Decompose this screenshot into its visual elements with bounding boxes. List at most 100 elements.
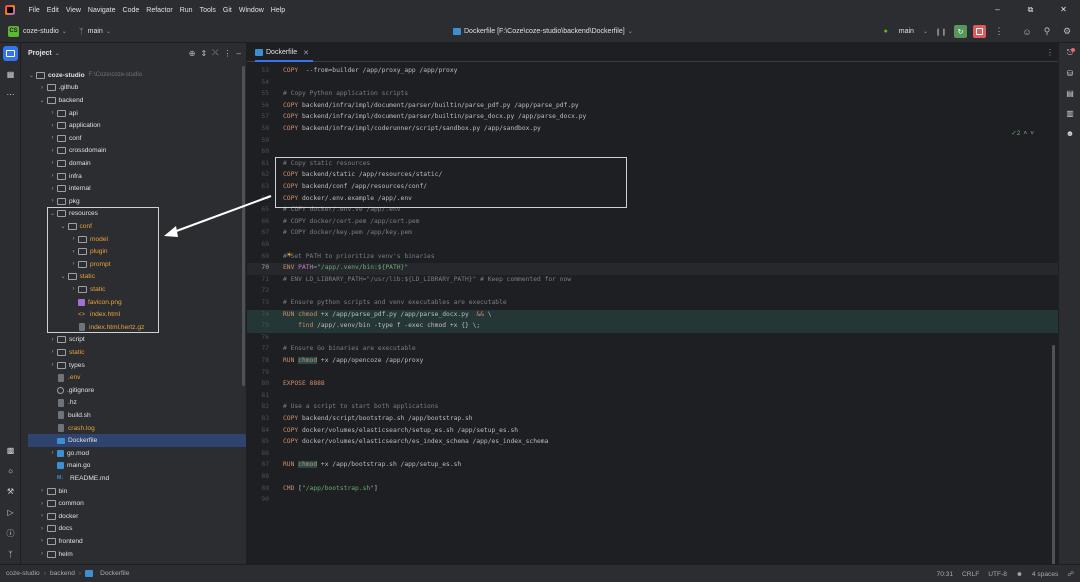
expand-all-icon[interactable]: ⇕	[200, 49, 207, 58]
tree-folder-script[interactable]: › script	[21, 334, 246, 347]
line-number[interactable]: 73	[247, 299, 269, 306]
chevron-right-icon[interactable]: ›	[69, 249, 78, 255]
tree-folder-pkg[interactable]: › pkg	[21, 195, 246, 208]
code-line[interactable]: # COPY docker/cert.pem /app/cert.pem	[283, 218, 419, 225]
line-number[interactable]: 69	[247, 253, 269, 260]
tree-folder-types[interactable]: › types	[21, 359, 246, 372]
git-tool-button[interactable]: ᛉ	[3, 547, 18, 562]
line-number[interactable]: 55	[247, 90, 269, 97]
tree-file-dockerfile[interactable]: Dockerfile	[28, 434, 246, 447]
code-line[interactable]: EXPOSE 8888	[283, 380, 325, 387]
chevron-right-icon[interactable]: ›	[69, 286, 78, 292]
code-line[interactable]: COPY docker/volumes/elasticsearch/es_ind…	[283, 438, 548, 445]
tree-folder-docker[interactable]: › docker	[21, 510, 246, 523]
code-line[interactable]: # Ensure python scripts and venv executa…	[283, 299, 507, 306]
markdown-preview-icon[interactable]: ▤	[1064, 89, 1076, 101]
add-user-icon[interactable]: ☺	[1020, 27, 1034, 37]
tree-folder-domain[interactable]: › domain	[21, 157, 246, 170]
file-encoding[interactable]: UTF-8	[988, 571, 1007, 578]
menu-window[interactable]: Window	[235, 7, 267, 14]
chevron-right-icon[interactable]: ›	[69, 236, 78, 242]
chevron-right-icon[interactable]: ›	[48, 198, 57, 204]
project-scrollbar[interactable]	[242, 66, 245, 386]
line-number[interactable]: 81	[247, 392, 269, 399]
line-number[interactable]: 70	[247, 264, 269, 271]
chevron-right-icon[interactable]: ›	[48, 186, 57, 192]
tree-file--gitignore[interactable]: .gitignore	[21, 384, 246, 397]
line-number[interactable]: 83	[247, 415, 269, 422]
line-number[interactable]: 63	[247, 183, 269, 190]
more-options-icon[interactable]: ⋮	[992, 26, 1006, 37]
tree-folder-resources[interactable]: ⌄ resources	[21, 208, 246, 221]
line-number[interactable]: 54	[247, 79, 269, 86]
breadcrumb-backend[interactable]: backend	[50, 570, 75, 577]
chevron-up-icon[interactable]: ˄	[1023, 130, 1027, 137]
tree-file-crash-log[interactable]: crash.log	[21, 422, 246, 435]
editor-scrollbar[interactable]	[1052, 345, 1055, 565]
line-number[interactable]: 86	[247, 450, 269, 457]
line-number[interactable]: 67	[247, 229, 269, 236]
services-tool-button[interactable]: ⚒	[3, 484, 18, 499]
line-number[interactable]: 87	[247, 461, 269, 468]
code-line[interactable]: COPY backend/infra/impl/document/parser/…	[283, 102, 579, 109]
chevron-right-icon[interactable]: ›	[48, 173, 57, 179]
code-line[interactable]: COPY backend/infra/impl/document/parser/…	[283, 113, 586, 120]
copilot-icon[interactable]: ☻	[1064, 129, 1076, 141]
tree-folder-docs[interactable]: › docs	[21, 523, 246, 536]
close-icon[interactable]: ✕	[303, 49, 309, 57]
tree-folder-bin[interactable]: › bin	[21, 485, 246, 498]
line-number[interactable]: 57	[247, 113, 269, 120]
tree-folder-static[interactable]: › static	[21, 346, 246, 359]
code-line[interactable]: ENV PATH="/app/.venv/bin:${PATH}"	[283, 264, 408, 271]
chevron-down-icon[interactable]: ⌄	[48, 210, 57, 217]
code-line[interactable]: COPY docker/volumes/elasticsearch/setup_…	[283, 427, 518, 434]
run-config-selector[interactable]: main	[899, 28, 914, 35]
tree-file-build-sh[interactable]: build.sh	[21, 409, 246, 422]
debug-icon[interactable]: ❙❙	[934, 28, 948, 36]
chevron-right-icon[interactable]: ›	[38, 85, 47, 91]
inspection-widget[interactable]: ✓2 ˄ ˅	[1011, 129, 1034, 137]
chevron-right-icon[interactable]: ›	[48, 450, 57, 456]
line-number[interactable]: 60	[247, 148, 269, 155]
code-line[interactable]: # Use a script to start both application…	[283, 403, 438, 410]
chevron-right-icon[interactable]: ›	[38, 513, 47, 519]
project-selector[interactable]: coze-studio	[23, 28, 59, 35]
tab-dockerfile[interactable]: Dockerfile ✕	[255, 43, 313, 62]
tree-folder-infra[interactable]: › infra	[21, 170, 246, 183]
structure-tool-button[interactable]: ▦	[3, 67, 18, 82]
tree-folder--github[interactable]: › .github	[21, 82, 246, 95]
code-line[interactable]: # COPY docker/.env.ve /app/.env	[283, 206, 401, 213]
code-line[interactable]: # Set PATH to prioritize venv's binaries	[283, 253, 435, 260]
terminal-tool-button[interactable]: ▩	[3, 443, 18, 458]
project-panel-title[interactable]: Project	[28, 50, 52, 57]
chevron-right-icon[interactable]: ›	[48, 110, 57, 116]
line-number[interactable]: 90	[247, 496, 269, 503]
line-number[interactable]: 77	[247, 345, 269, 352]
code-line[interactable]: RUN chmod +x /app/opencoze /app/proxy	[283, 357, 423, 364]
line-number[interactable]: 59	[247, 137, 269, 144]
tree-folder-internal[interactable]: › internal	[21, 182, 246, 195]
code-line[interactable]: RUN chmod +x /app/bootstrap.sh /app/setu…	[283, 461, 461, 469]
database-icon[interactable]: ⛁	[1064, 69, 1076, 81]
line-number[interactable]: 65	[247, 206, 269, 213]
close-window-icon[interactable]: ✕	[1047, 0, 1080, 20]
tree-file-favicon-png[interactable]: favicon.png	[21, 296, 246, 309]
code-line[interactable]: CMD ["/app/bootstrap.sh"]	[283, 485, 378, 492]
ide-logo-icon[interactable]	[5, 5, 15, 15]
breadcrumb-file[interactable]: Dockerfile	[100, 570, 129, 577]
line-number[interactable]: 80	[247, 380, 269, 387]
copilot-status-icon[interactable]: ☻	[1016, 571, 1023, 578]
line-separator[interactable]: CRLF	[962, 571, 979, 578]
line-number[interactable]: 68	[247, 241, 269, 248]
tree-file--env[interactable]: .env	[21, 371, 246, 384]
chevron-down-icon[interactable]: ⌄	[38, 97, 47, 104]
code-line[interactable]: COPY --from=builder /app/proxy_app /app/…	[283, 67, 457, 74]
chevron-right-icon[interactable]: ›	[48, 123, 57, 129]
line-number[interactable]: 76	[247, 334, 269, 341]
menu-run[interactable]: Run	[176, 7, 196, 14]
line-number[interactable]: 84	[247, 427, 269, 434]
tree-folder-crossdomain[interactable]: › crossdomain	[21, 145, 246, 158]
tree-file-index-html[interactable]: <> index.html	[21, 308, 246, 321]
tree-folder-helm[interactable]: › helm	[21, 548, 246, 561]
line-number[interactable]: 74	[247, 311, 269, 318]
